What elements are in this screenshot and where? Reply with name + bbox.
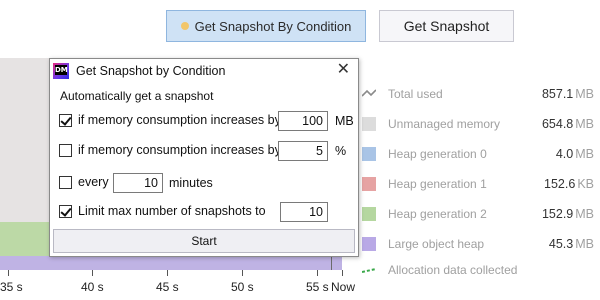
timeline-label-45s: 45 s — [156, 280, 179, 294]
start-label: Start — [191, 234, 217, 248]
legend-value: 45.3 — [548, 237, 574, 251]
start-button[interactable]: Start — [53, 229, 355, 253]
close-icon[interactable]: ✕ — [337, 62, 350, 78]
legend-item-allocation-data[interactable]: Allocation data collected — [362, 260, 594, 280]
dialog-title: Get Snapshot by Condition — [76, 64, 226, 78]
legend-value: 654.8 — [541, 117, 574, 131]
dialog-title-bar[interactable]: DM Get Snapshot by Condition ✕ — [50, 59, 358, 83]
limit-snapshots-label: Limit max number of snapshots to — [78, 204, 266, 218]
legend-label: Heap generation 2 — [388, 207, 487, 221]
legend-label: Unmanaged memory — [388, 117, 501, 131]
legend-item-heap-generation-1[interactable]: Heap generation 1 152.6 KB — [362, 174, 594, 194]
legend-unit: MB — [575, 117, 594, 131]
legend-item-heap-generation-2[interactable]: Heap generation 2 152.9 MB — [362, 204, 594, 224]
legend-value: 857.1 — [541, 87, 574, 101]
get-snapshot-by-condition-dialog: DM Get Snapshot by Condition ✕ Automatic… — [49, 58, 359, 257]
increase-mb-input[interactable]: 100 — [278, 111, 328, 131]
increase-percent-label: if memory consumption increases by — [78, 143, 281, 157]
condition-row-percent: if memory consumption increases by — [59, 139, 281, 161]
increase-mb-checkbox[interactable] — [59, 113, 72, 127]
legend-value: 152.6 — [544, 177, 576, 191]
legend-label: Allocation data collected — [388, 263, 518, 277]
legend-label: Large object heap — [388, 237, 485, 251]
every-interval-checkbox[interactable] — [59, 175, 72, 189]
legend-item-total-used[interactable]: Total used 857.1 MB — [362, 84, 594, 104]
timeline-label-now: Now — [331, 280, 356, 294]
color-swatch-icon — [362, 177, 376, 191]
legend-item-unmanaged-memory[interactable]: Unmanaged memory 654.8 MB — [362, 114, 594, 134]
legend-value: 152.9 — [541, 207, 574, 221]
increase-percent-unit: % — [335, 144, 347, 158]
legend-unit: MB — [575, 237, 594, 251]
color-swatch-icon — [362, 237, 376, 251]
line-swatch-icon — [362, 89, 376, 97]
dashed-line-swatch-icon — [362, 268, 376, 273]
timeline-label-50s: 50 s — [231, 280, 254, 294]
get-snapshot-label: Get Snapshot — [403, 18, 490, 34]
color-swatch-icon — [362, 207, 376, 221]
limit-snapshots-input[interactable]: 10 — [280, 202, 328, 222]
color-swatch-icon — [362, 147, 376, 161]
get-snapshot-by-condition-button[interactable]: Get Snapshot By Condition — [166, 10, 366, 42]
condition-row-mb: if memory consumption increases by — [59, 109, 281, 131]
legend-unit: MB — [575, 147, 594, 161]
legend-value: 4.0 — [555, 147, 574, 161]
get-snapshot-button[interactable]: Get Snapshot — [379, 10, 514, 42]
legend-label: Heap generation 0 — [388, 147, 487, 161]
increase-percent-input[interactable]: 5 — [278, 141, 328, 161]
timeline-label-40s: 40 s — [81, 280, 104, 294]
legend-item-large-object-heap[interactable]: Large object heap 45.3 MB — [362, 234, 594, 254]
condition-row-limit: Limit max number of snapshots to — [59, 200, 266, 222]
every-label: every — [78, 175, 109, 189]
get-snapshot-by-condition-label: Get Snapshot By Condition — [194, 18, 352, 34]
increase-mb-label: if memory consumption increases by — [78, 113, 281, 127]
timeline-label-35s: 35 s — [0, 280, 23, 294]
dotmemory-app-icon: DM — [53, 63, 69, 79]
condition-dot-icon — [180, 22, 189, 30]
legend-unit: KB — [577, 177, 594, 191]
legend-item-heap-generation-0[interactable]: Heap generation 0 4.0 MB — [362, 144, 594, 164]
increase-percent-checkbox[interactable] — [59, 143, 72, 157]
legend-label: Heap generation 1 — [388, 177, 487, 191]
large-object-heap-area — [0, 256, 342, 270]
color-swatch-icon — [362, 117, 376, 131]
timeline-axis: 35 s 40 s 45 s 50 s 55 s Now — [0, 270, 360, 300]
timeline-label-55s: 55 s — [306, 280, 329, 294]
legend-unit: MB — [575, 207, 594, 221]
every-minutes-unit: minutes — [169, 176, 213, 190]
increase-mb-unit: MB — [335, 114, 354, 128]
section-label: Automatically get a snapshot — [60, 89, 214, 103]
legend-unit: MB — [575, 87, 594, 101]
every-minutes-input[interactable]: 10 — [113, 173, 163, 193]
limit-snapshots-checkbox[interactable] — [59, 204, 72, 218]
legend-label: Total used — [388, 87, 443, 101]
condition-row-interval: every — [59, 171, 109, 193]
